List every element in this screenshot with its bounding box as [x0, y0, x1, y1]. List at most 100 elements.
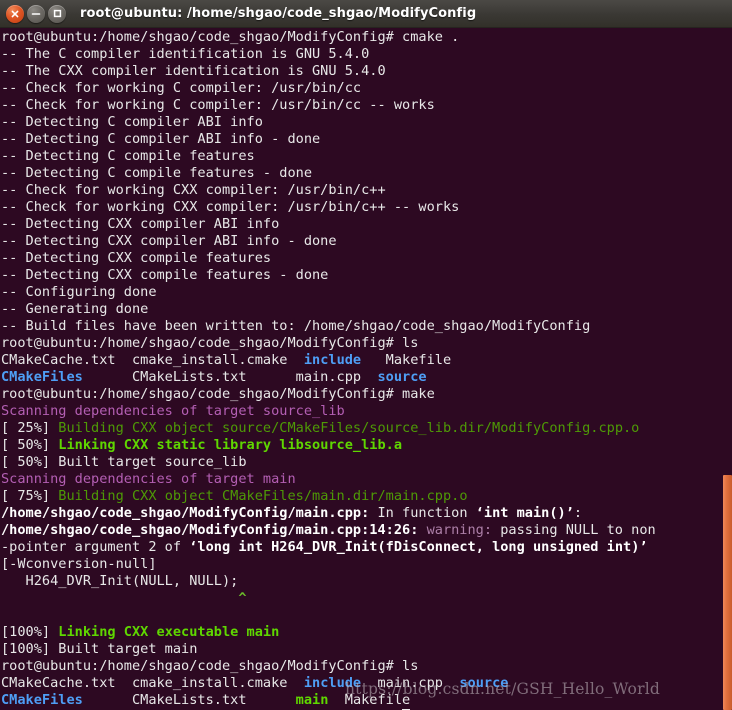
- terminal-line: -- Check for working C compiler: /usr/bi…: [1, 97, 656, 114]
- terminal-line: /home/shgao/code_shgao/ModifyConfig/main…: [1, 505, 656, 522]
- terminal-line: ^: [1, 590, 656, 607]
- terminal-line: H264_DVR_Init(NULL, NULL);: [1, 573, 656, 590]
- terminal-text: -- Configuring done: [1, 284, 157, 300]
- terminal-text: CMakeCache.txt cmake_install.cmake: [1, 675, 304, 691]
- scrollbar-thumb[interactable]: [723, 475, 732, 710]
- terminal-text: ‘int main()’: [475, 505, 574, 521]
- terminal-line: -- Detecting C compiler ABI info: [1, 114, 656, 131]
- terminal-line: -pointer argument 2 of ‘long int H264_DV…: [1, 539, 656, 556]
- terminal-text: Building CXX object CMakeFiles/main.dir/…: [58, 488, 468, 504]
- terminal-text: -- Check for working CXX compiler: /usr/…: [1, 199, 460, 215]
- terminal-text: :: [573, 505, 583, 521]
- terminal-text: In function: [369, 505, 476, 521]
- terminal-text: Scanning dependencies of target main: [1, 471, 296, 487]
- window-controls: [6, 4, 66, 23]
- terminal-line: -- Check for working C compiler: /usr/bi…: [1, 80, 656, 97]
- terminal-line: [100%] Linking CXX executable main: [1, 624, 656, 641]
- terminal-text: ‘long int H264_DVR_Init(fDisConnect, lon…: [189, 539, 648, 555]
- terminal-text: main.cpp: [361, 675, 460, 691]
- terminal-line: -- Detecting CXX compiler ABI info - don…: [1, 233, 656, 250]
- terminal-text: Linking CXX executable main: [58, 624, 280, 640]
- terminal-line: -- Detecting C compiler ABI info - done: [1, 131, 656, 148]
- terminal-line: -- Detecting C compile features: [1, 148, 656, 165]
- terminal-line: -- Detecting CXX compile features: [1, 250, 656, 267]
- terminal-text: Makefile: [361, 352, 452, 368]
- maximize-icon: [53, 9, 61, 18]
- terminal-line: /home/shgao/code_shgao/ModifyConfig/main…: [1, 522, 656, 539]
- terminal-text: -- Detecting CXX compiler ABI info: [1, 216, 280, 232]
- window-titlebar: root@ubuntu: /home/shgao/code_shgao/Modi…: [0, 0, 732, 28]
- terminal-text: source: [377, 369, 427, 385]
- terminal-text: [ 50%]: [1, 437, 59, 453]
- terminal-line: CMakeFiles CMakeLists.txt main.cpp sourc…: [1, 369, 656, 386]
- terminal-text: -- Build files have been written to: /ho…: [1, 318, 591, 334]
- terminal-line: root@ubuntu:/home/shgao/code_shgao/Modif…: [1, 29, 656, 46]
- terminal-line: -- Configuring done: [1, 284, 656, 301]
- terminal-text: passing NULL to non: [500, 522, 656, 538]
- terminal-text: H264_DVR_Init(NULL, NULL);: [1, 573, 239, 589]
- terminal-text: [-Wconversion-null]: [1, 556, 157, 572]
- terminal-text: -- Detecting C compile features - done: [1, 165, 312, 181]
- terminal-line: [ 75%] Building CXX object CMakeFiles/ma…: [1, 488, 656, 505]
- terminal-line: [ 25%] Building CXX object source/CMakeF…: [1, 420, 656, 437]
- terminal-line: CMakeFiles CMakeLists.txt main Makefile: [1, 692, 656, 709]
- terminal-text: root@ubuntu:/home/shgao/code_shgao/Modif…: [1, 29, 460, 45]
- terminal-text: include: [303, 675, 362, 691]
- terminal-text: source: [459, 675, 509, 691]
- terminal-text: root@ubuntu:/home/shgao/code_shgao/Modif…: [1, 658, 419, 674]
- scrollbar[interactable]: [721, 28, 732, 710]
- terminal-line: root@ubuntu:/home/shgao/code_shgao/Modif…: [1, 386, 656, 403]
- terminal-line: -- The C compiler identification is GNU …: [1, 46, 656, 63]
- terminal-line: CMakeCache.txt cmake_install.cmake inclu…: [1, 352, 656, 369]
- terminal-text: [ 50%] Built target source_lib: [1, 454, 247, 470]
- terminal-line: CMakeCache.txt cmake_install.cmake inclu…: [1, 675, 656, 692]
- terminal-line: -- The CXX compiler identification is GN…: [1, 63, 656, 80]
- terminal-line: root@ubuntu:/home/shgao/code_shgao/Modif…: [1, 335, 656, 352]
- terminal-text: main: [295, 692, 329, 708]
- terminal-text: CMakeFiles: [1, 692, 83, 708]
- terminal-text: root@ubuntu:/home/shgao/code_shgao/Modif…: [1, 335, 419, 351]
- terminal-text: warning:: [418, 522, 501, 538]
- terminal-line: -- Detecting C compile features - done: [1, 165, 656, 182]
- terminal-line: -- Check for working CXX compiler: /usr/…: [1, 199, 656, 216]
- terminal-text: -- Detecting CXX compile features - done: [1, 267, 329, 283]
- window-title: root@ubuntu: /home/shgao/code_shgao/Modi…: [80, 6, 477, 21]
- terminal-line: Scanning dependencies of target main: [1, 471, 656, 488]
- terminal-line: [100%] Built target main: [1, 641, 656, 658]
- terminal-text: [100%]: [1, 624, 59, 640]
- terminal-line: -- Detecting CXX compile features - done: [1, 267, 656, 284]
- terminal-text: -- Check for working CXX compiler: /usr/…: [1, 182, 386, 198]
- terminal-text: root@ubuntu:/home/shgao/code_shgao/Modif…: [1, 386, 435, 402]
- terminal-text: -pointer argument 2 of: [1, 539, 190, 555]
- terminal-line: Scanning dependencies of target source_l…: [1, 403, 656, 420]
- terminal-line: -- Build files have been written to: /ho…: [1, 318, 656, 335]
- terminal-text: -- Check for working C compiler: /usr/bi…: [1, 97, 435, 113]
- terminal-text: Linking CXX static library libsource_lib…: [58, 437, 403, 453]
- terminal-text: -- Detecting C compiler ABI info - done: [1, 131, 321, 147]
- terminal-text: /home/shgao/code_shgao/ModifyConfig/main…: [1, 522, 419, 538]
- terminal-line: -- Check for working CXX compiler: /usr/…: [1, 182, 656, 199]
- terminal-window: root@ubuntu: /home/shgao/code_shgao/Modi…: [0, 0, 732, 710]
- close-button[interactable]: [6, 4, 24, 23]
- terminal-text: ^: [1, 590, 247, 606]
- maximize-button[interactable]: [48, 4, 66, 23]
- minimize-button[interactable]: [27, 4, 45, 23]
- terminal-text: -- Detecting C compiler ABI info: [1, 114, 263, 130]
- terminal-line: [ 50%] Built target source_lib: [1, 454, 656, 471]
- terminal-text: -- Detecting CXX compile features: [1, 250, 272, 266]
- terminal-text: CMakeFiles: [1, 369, 83, 385]
- terminal-output: root@ubuntu:/home/shgao/code_shgao/Modif…: [1, 29, 656, 710]
- terminal-text: CMakeCache.txt cmake_install.cmake: [1, 352, 304, 368]
- terminal-text: Makefile: [328, 692, 411, 708]
- terminal-text: -- Generating done: [1, 301, 149, 317]
- terminal-text: -- Check for working C compiler: /usr/bi…: [1, 80, 362, 96]
- terminal-text: CMakeLists.txt main.cpp: [82, 369, 378, 385]
- terminal-line: [ 50%] Linking CXX static library libsou…: [1, 437, 656, 454]
- terminal-text: include: [303, 352, 362, 368]
- minimize-icon: [31, 12, 41, 15]
- terminal-line: -- Detecting CXX compiler ABI info: [1, 216, 656, 233]
- terminal-line: -- Generating done: [1, 301, 656, 318]
- terminal-body[interactable]: root@ubuntu:/home/shgao/code_shgao/Modif…: [0, 28, 732, 710]
- terminal-text: -- The C compiler identification is GNU …: [1, 46, 370, 62]
